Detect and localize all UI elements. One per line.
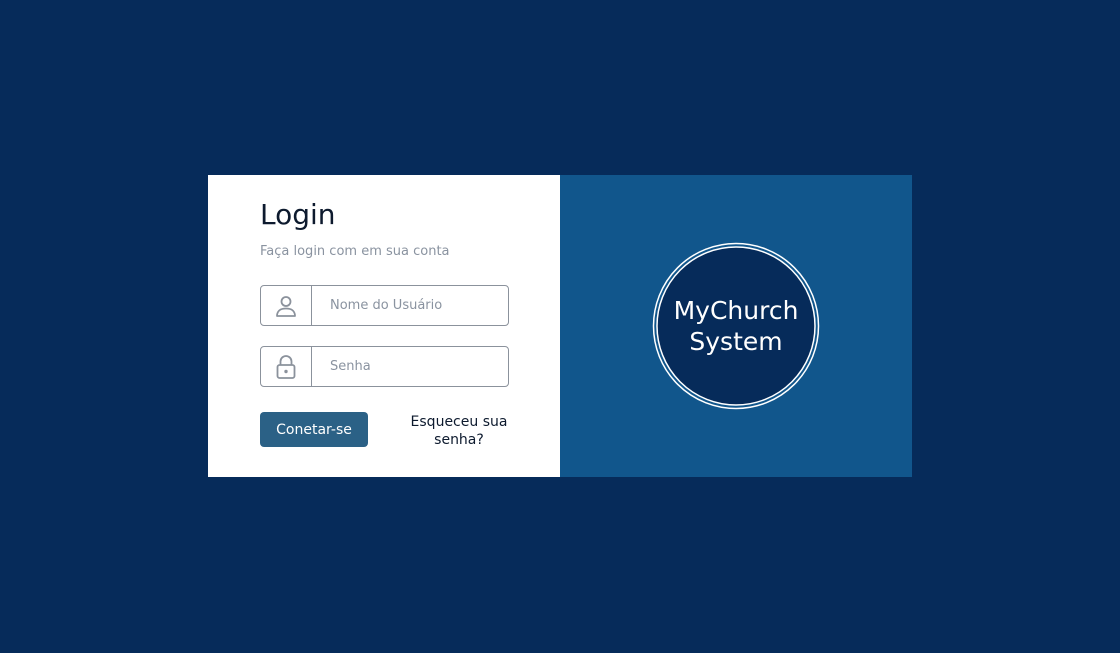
lock-icon [261, 347, 312, 386]
brand-logo: MyChurch System [652, 242, 820, 410]
login-panel: Login Faça login com em sua conta Co [208, 175, 560, 477]
page-subtitle: Faça login com em sua conta [260, 244, 450, 259]
username-field [260, 285, 509, 326]
forgot-password-line2: senha? [434, 432, 484, 448]
brand-name-line1: MyChurch [673, 296, 799, 325]
forgot-password-line1: Esqueceu sua [410, 414, 508, 430]
forgot-password-link[interactable]: Esqueceu sua senha? [406, 413, 512, 449]
brand-name: MyChurch System [652, 242, 820, 410]
user-icon [261, 286, 312, 325]
username-input[interactable] [312, 286, 508, 325]
page-title: Login [260, 198, 336, 231]
password-input[interactable] [312, 347, 508, 386]
brand-panel: MyChurch System [560, 175, 912, 477]
password-field [260, 346, 509, 387]
brand-name-line2: System [689, 327, 783, 356]
login-button[interactable]: Conetar-se [260, 412, 368, 447]
login-card: Login Faça login com em sua conta Co [208, 175, 912, 477]
